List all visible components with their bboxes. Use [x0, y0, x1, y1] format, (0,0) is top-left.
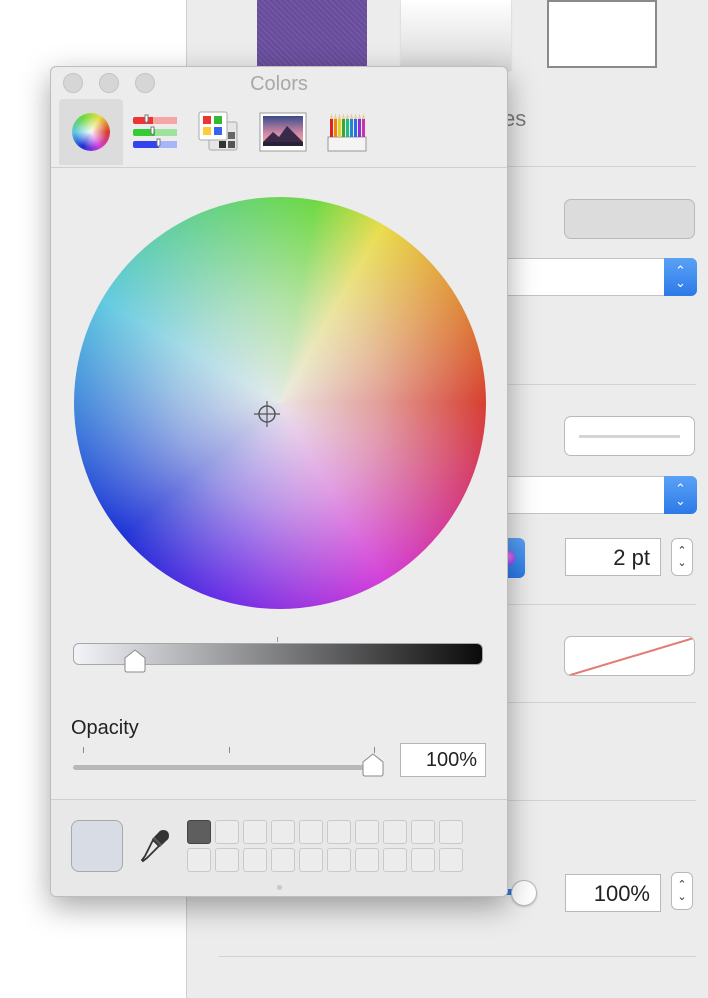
swatch-grid [187, 820, 463, 872]
swatch-cell[interactable] [327, 848, 351, 872]
opacity-input[interactable]: 100% [400, 743, 486, 777]
color-wheel-tab[interactable] [59, 99, 123, 165]
brightness-tick [277, 637, 278, 642]
fill-type-popup[interactable]: ⌃ ⌄ [497, 258, 697, 296]
swatch-cell[interactable] [215, 848, 239, 872]
color-wheel-center [74, 197, 486, 609]
pencils-icon [327, 113, 367, 152]
swatch-cell[interactable] [439, 820, 463, 844]
opacity-label: Opacity [71, 717, 139, 739]
popup-arrows-icon: ⌃ ⌄ [664, 258, 697, 296]
divider [219, 956, 696, 957]
swatch-cell[interactable] [187, 848, 211, 872]
toolbar-divider [51, 167, 507, 168]
current-color-well[interactable] [71, 820, 123, 872]
color-sliders-tab[interactable] [123, 99, 187, 165]
opacity-tick [229, 747, 230, 753]
swatch-cell[interactable] [187, 820, 211, 844]
sliders-icon [133, 114, 177, 148]
color-wheel-icon [72, 113, 110, 151]
image-palettes-tab[interactable] [251, 99, 315, 165]
swatch-cell[interactable] [411, 820, 435, 844]
opacity-stepper[interactable]: ⌃ ⌄ [671, 872, 693, 910]
swatch-cell[interactable] [271, 820, 295, 844]
swatch-cell[interactable] [215, 820, 239, 844]
swatch-cell[interactable] [439, 848, 463, 872]
title-bar[interactable]: Colors [51, 67, 507, 99]
fill-color-well[interactable] [564, 199, 695, 239]
brightness-slider-knob[interactable] [123, 649, 147, 673]
popup-arrows-icon: ⌃ ⌄ [664, 476, 697, 514]
pencils-tab[interactable] [315, 99, 379, 165]
swatch-cell[interactable] [243, 848, 267, 872]
stroke-width-field[interactable]: 2 pt [565, 538, 661, 576]
opacity-tick [83, 747, 84, 753]
stroke-style-well[interactable] [564, 416, 695, 456]
swatch-cell[interactable] [411, 848, 435, 872]
no-shadow-icon [566, 637, 694, 675]
shadow-well[interactable] [564, 636, 695, 676]
swatch-cell[interactable] [383, 820, 407, 844]
stroke-width-stepper[interactable]: ⌃ ⌄ [671, 538, 693, 576]
style-swatch-gradient[interactable] [401, 0, 511, 70]
palettes-icon [198, 111, 238, 151]
window-title: Colors [250, 73, 308, 95]
opacity-slider[interactable] [73, 765, 373, 770]
swatch-cell[interactable] [271, 848, 295, 872]
resize-handle[interactable] [277, 885, 282, 890]
opacity-field[interactable]: 100% [565, 874, 661, 912]
color-palettes-tab[interactable] [187, 99, 251, 165]
swatch-cell[interactable] [355, 848, 379, 872]
stroke-type-popup[interactable]: ⌃ ⌄ [497, 476, 697, 514]
opacity-slider-knob[interactable] [511, 880, 537, 906]
opacity-slider-knob[interactable] [361, 753, 385, 777]
swatch-cell[interactable] [243, 820, 267, 844]
style-swatch-purple[interactable] [257, 0, 367, 70]
swatch-cell[interactable] [383, 848, 407, 872]
swatch-cell[interactable] [355, 820, 379, 844]
swatch-cell[interactable] [299, 848, 323, 872]
colors-panel: Colors Opacity 100% [50, 66, 508, 897]
eyedropper-icon[interactable] [139, 828, 171, 864]
color-wheel[interactable] [74, 197, 486, 609]
image-icon [259, 112, 307, 152]
swatch-area [51, 800, 507, 896]
crosshair-icon[interactable] [254, 401, 280, 427]
style-swatch-outline[interactable] [547, 0, 657, 68]
swatch-cell[interactable] [299, 820, 323, 844]
swatch-cell[interactable] [327, 820, 351, 844]
mode-toolbar [51, 99, 507, 167]
